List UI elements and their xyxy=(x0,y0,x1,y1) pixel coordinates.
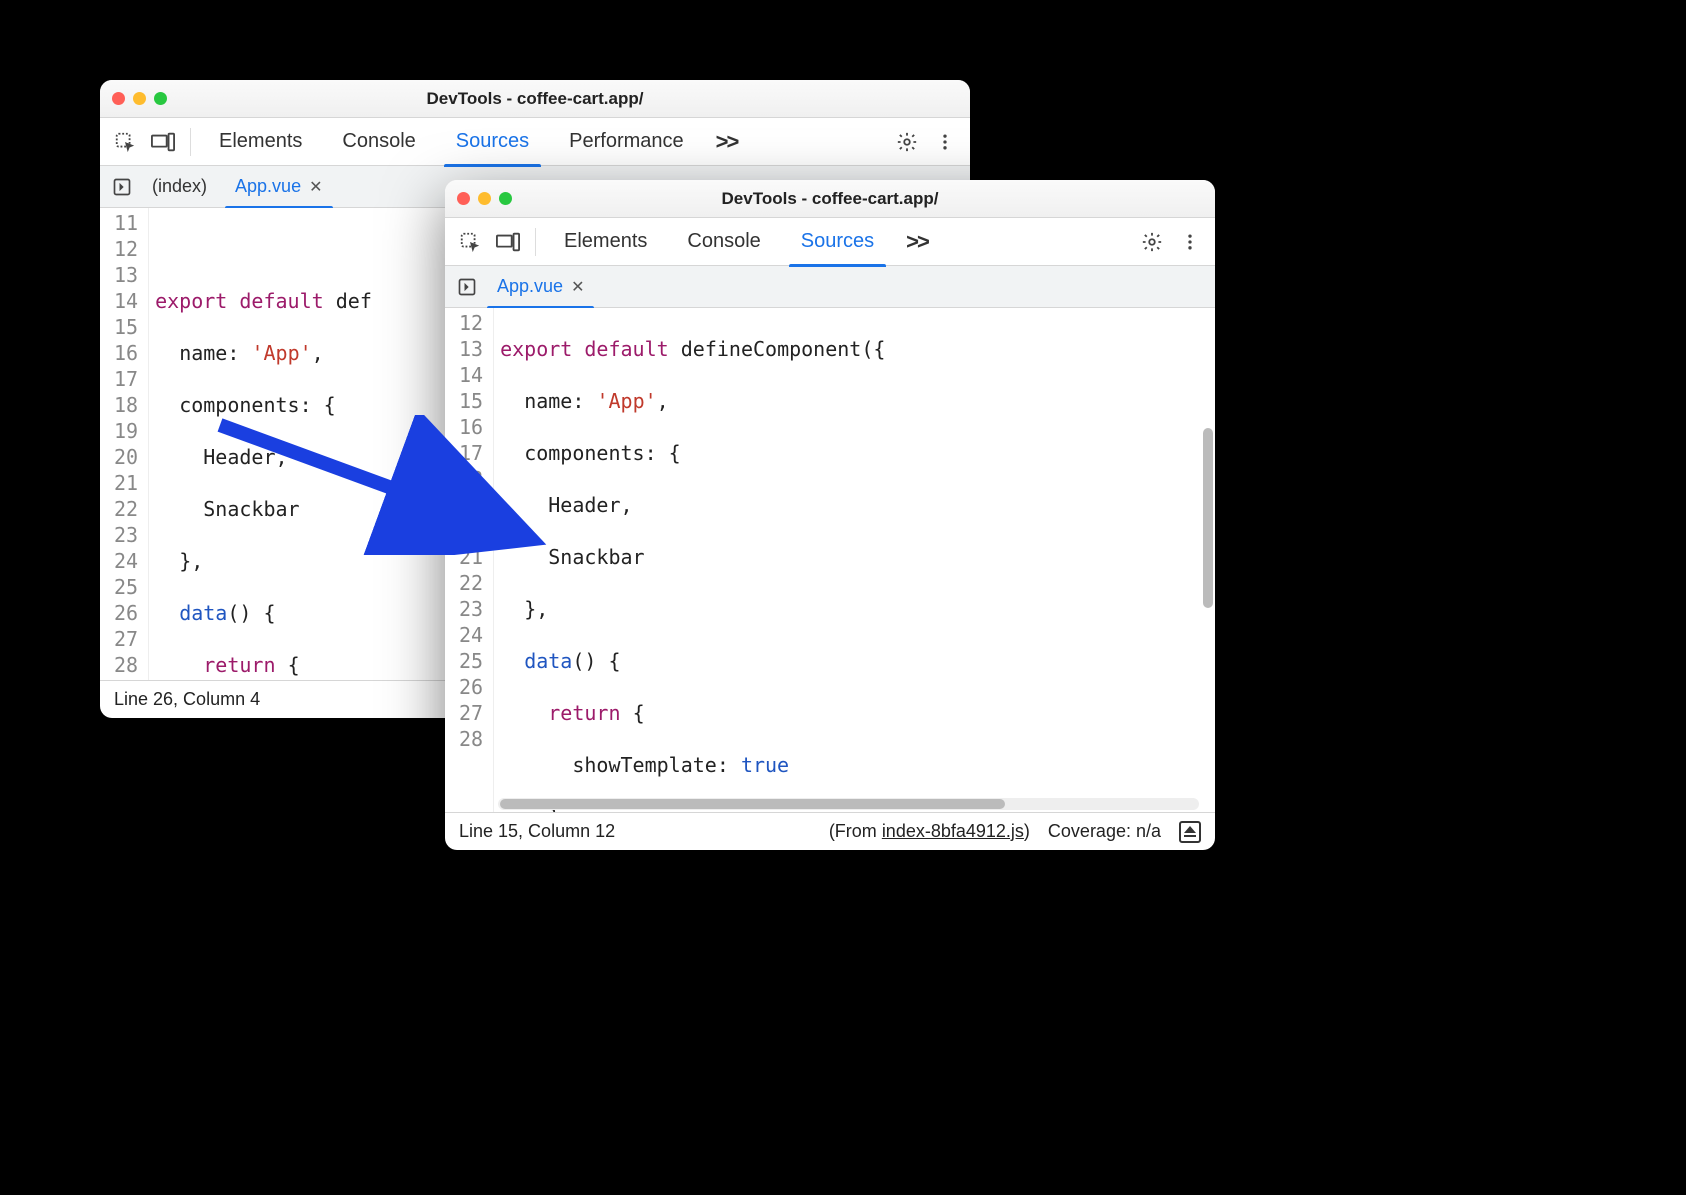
maximize-icon[interactable] xyxy=(154,92,167,105)
eject-icon[interactable] xyxy=(1179,821,1201,843)
status-bar: Line 15, Column 12 (From index-8bfa4912.… xyxy=(445,812,1215,850)
main-toolbar: Elements Console Sources Performance >> xyxy=(100,118,970,166)
close-icon[interactable]: ✕ xyxy=(571,277,584,297)
window-controls xyxy=(457,192,512,205)
window-controls xyxy=(112,92,167,105)
titlebar: DevTools - coffee-cart.app/ xyxy=(100,80,970,118)
file-tab-index[interactable]: (index) xyxy=(138,166,221,208)
gear-icon[interactable] xyxy=(1135,225,1169,259)
line-gutter: 111213141516171819202122232425262728 xyxy=(100,208,149,680)
window-title: DevTools - coffee-cart.app/ xyxy=(445,189,1215,209)
source-map-link[interactable]: index-8bfa4912.js xyxy=(882,821,1024,841)
close-icon[interactable] xyxy=(112,92,125,105)
file-tab-label: App.vue xyxy=(235,176,301,197)
more-vert-icon[interactable] xyxy=(1173,225,1207,259)
chevron-right-icon[interactable]: >> xyxy=(706,129,748,155)
separator xyxy=(190,128,191,156)
titlebar: DevTools - coffee-cart.app/ xyxy=(445,180,1215,218)
device-toolbar-icon[interactable] xyxy=(491,225,525,259)
cursor-position: Line 15, Column 12 xyxy=(459,821,615,842)
tab-elements[interactable]: Elements xyxy=(201,118,320,166)
inspect-element-icon[interactable] xyxy=(453,225,487,259)
chevron-right-icon[interactable]: >> xyxy=(896,229,938,255)
code-editor[interactable]: 1213141516171819202122232425262728 expor… xyxy=(445,308,1215,812)
tab-sources[interactable]: Sources xyxy=(438,118,547,166)
cursor-position: Line 26, Column 4 xyxy=(114,689,260,710)
minimize-icon[interactable] xyxy=(133,92,146,105)
file-navigator-icon[interactable] xyxy=(451,271,483,303)
gear-icon[interactable] xyxy=(890,125,924,159)
devtools-window-front: DevTools - coffee-cart.app/ Elements Con… xyxy=(445,180,1215,850)
tab-console[interactable]: Console xyxy=(324,118,433,166)
line-gutter: 1213141516171819202122232425262728 xyxy=(445,308,494,812)
window-title: DevTools - coffee-cart.app/ xyxy=(100,89,970,109)
scrollbar-vertical[interactable] xyxy=(1203,428,1213,608)
scrollbar-horizontal[interactable] xyxy=(500,799,1005,809)
separator xyxy=(535,228,536,256)
maximize-icon[interactable] xyxy=(499,192,512,205)
file-tab-appvue[interactable]: App.vue ✕ xyxy=(221,166,336,208)
file-tab-appvue[interactable]: App.vue ✕ xyxy=(483,266,598,308)
tab-sources[interactable]: Sources xyxy=(783,218,892,266)
main-toolbar: Elements Console Sources >> xyxy=(445,218,1215,266)
close-icon[interactable]: ✕ xyxy=(309,177,322,197)
code-content[interactable]: export default defineComponent({ name: '… xyxy=(494,308,1215,812)
tab-elements[interactable]: Elements xyxy=(546,218,665,266)
more-vert-icon[interactable] xyxy=(928,125,962,159)
tab-console[interactable]: Console xyxy=(669,218,778,266)
coverage-status: Coverage: n/a xyxy=(1048,821,1161,842)
inspect-element-icon[interactable] xyxy=(108,125,142,159)
file-tab-label: App.vue xyxy=(497,276,563,297)
file-tabs-bar: App.vue ✕ xyxy=(445,266,1215,308)
minimize-icon[interactable] xyxy=(478,192,491,205)
close-icon[interactable] xyxy=(457,192,470,205)
tab-performance[interactable]: Performance xyxy=(551,118,702,166)
device-toolbar-icon[interactable] xyxy=(146,125,180,159)
file-tab-label: (index) xyxy=(152,176,207,197)
source-mapping: (From index-8bfa4912.js) xyxy=(829,821,1030,842)
file-navigator-icon[interactable] xyxy=(106,171,138,203)
